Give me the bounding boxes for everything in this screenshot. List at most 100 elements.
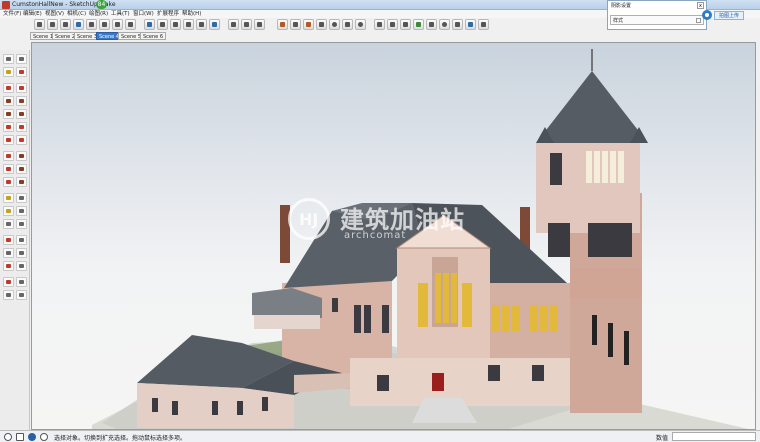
solid-trim-icon[interactable] <box>426 19 437 30</box>
eraser-icon[interactable] <box>16 67 27 77</box>
back-view-icon[interactable] <box>125 19 136 30</box>
text-tool-icon[interactable] <box>16 206 27 216</box>
menu-camera[interactable]: 相机(C) <box>67 10 86 18</box>
warehouse-icon[interactable] <box>452 19 463 30</box>
paint-bucket-icon[interactable] <box>3 67 14 77</box>
rectangle-tool-icon[interactable] <box>3 96 14 106</box>
sketchup-app-icon <box>2 1 10 9</box>
menu-tools[interactable]: 工具(T) <box>111 10 130 18</box>
textured-style-icon[interactable] <box>196 19 207 30</box>
menu-edit[interactable]: 编辑(E) <box>23 10 42 18</box>
solid-intersect-icon[interactable] <box>387 19 398 30</box>
menu-extensions[interactable]: 扩展程序 <box>157 10 179 18</box>
push-pull-icon[interactable] <box>16 151 27 161</box>
expand-arrow-icon[interactable] <box>696 18 701 23</box>
scale-tool-icon[interactable] <box>3 177 14 187</box>
zoom-window-icon[interactable] <box>16 248 27 258</box>
add-detail-icon[interactable] <box>342 19 353 30</box>
solid-split-icon[interactable] <box>439 19 450 30</box>
right-view-icon[interactable] <box>112 19 123 30</box>
extension-warehouse-icon[interactable] <box>465 19 476 30</box>
protractor-icon[interactable] <box>3 206 14 216</box>
drape-icon[interactable] <box>329 19 340 30</box>
previous-view-icon[interactable] <box>16 261 27 271</box>
move-tool-icon[interactable] <box>3 151 14 161</box>
scene-tab-6[interactable]: Scene 6 <box>140 32 167 40</box>
select-arrow-icon[interactable] <box>3 54 14 64</box>
rotate-tool-icon[interactable] <box>3 164 14 174</box>
watermark-subtitle: archcomat <box>344 230 407 241</box>
offset-tool-icon[interactable] <box>16 177 27 187</box>
credits-icon[interactable] <box>16 433 24 441</box>
section-plane-tool-icon[interactable] <box>16 290 27 300</box>
watermark: 建筑加油站 archcomat <box>288 196 478 246</box>
notification-badge[interactable]: 84 <box>96 0 107 9</box>
user-account-icon[interactable] <box>28 433 36 441</box>
share-model-icon[interactable] <box>478 19 489 30</box>
pan-tool-icon[interactable] <box>16 235 27 245</box>
tray-title: 阴影设置 <box>611 3 632 9</box>
paint-tool-icon[interactable] <box>47 19 58 30</box>
circle-tool-icon[interactable] <box>3 109 14 119</box>
solid-subtract-icon[interactable] <box>413 19 424 30</box>
rotated-rectangle-icon[interactable] <box>16 96 27 106</box>
styles-panel[interactable]: 样式 <box>610 15 704 25</box>
solid-union-icon[interactable] <box>400 19 411 30</box>
sandbox-contours-icon[interactable] <box>277 19 288 30</box>
styles-panel-label: 样式 <box>613 18 624 24</box>
stamp-icon[interactable] <box>316 19 327 30</box>
freehand-tool-icon[interactable] <box>16 83 27 93</box>
flip-edge-icon[interactable] <box>355 19 366 30</box>
measurements-input[interactable] <box>672 432 756 441</box>
pie-tool-icon[interactable] <box>16 135 27 145</box>
left-toolbar <box>0 50 30 430</box>
polygon-tool-icon[interactable] <box>16 109 27 119</box>
section-fill-icon[interactable] <box>254 19 265 30</box>
make-component-icon[interactable] <box>16 54 27 64</box>
3d-text-icon[interactable] <box>16 219 27 229</box>
default-tray: 阴影设置 x 样式 <box>607 0 707 30</box>
front-view-icon[interactable] <box>99 19 110 30</box>
follow-me-icon[interactable] <box>16 164 27 174</box>
sandbox-scratch-icon[interactable] <box>290 19 301 30</box>
zoom-extents-icon[interactable] <box>3 261 14 271</box>
menu-window[interactable]: 窗口(W) <box>133 10 154 18</box>
upload-button[interactable]: 拍图上传 <box>714 11 744 20</box>
watermark-logo-icon <box>288 198 330 240</box>
dimension-tool-icon[interactable] <box>16 193 27 203</box>
menu-file[interactable]: 文件(F) <box>3 10 21 18</box>
line-tool-icon[interactable] <box>3 83 14 93</box>
upload-widget: 拍图上传 <box>702 8 744 22</box>
xray-style-icon[interactable] <box>144 19 155 30</box>
walk-tool-icon[interactable] <box>3 290 14 300</box>
top-view-icon[interactable] <box>86 19 97 30</box>
help-icon[interactable] <box>40 433 48 441</box>
two-point-arc-icon[interactable] <box>16 122 27 132</box>
section-cut-icon[interactable] <box>241 19 252 30</box>
section-plane-icon[interactable] <box>228 19 239 30</box>
hidden-line-style-icon[interactable] <box>170 19 181 30</box>
shaded-style-icon[interactable] <box>183 19 194 30</box>
wireframe-style-icon[interactable] <box>157 19 168 30</box>
solid-outer-shell-icon[interactable] <box>374 19 385 30</box>
zoom-tool-icon[interactable] <box>3 248 14 258</box>
arc-tool-icon[interactable] <box>3 122 14 132</box>
iso-view-icon[interactable] <box>73 19 84 30</box>
position-camera-icon[interactable] <box>3 277 14 287</box>
home-view-icon[interactable] <box>60 19 71 30</box>
three-point-arc-icon[interactable] <box>3 135 14 145</box>
monochrome-style-icon[interactable] <box>209 19 220 30</box>
status-bar: 选择对象。切换到扩充选择。拖动鼠标选择多项。 数值 <box>0 430 760 442</box>
select-tool-icon[interactable] <box>34 19 45 30</box>
status-hint: 选择对象。切换到扩充选择。拖动鼠标选择多项。 <box>54 435 187 442</box>
upload-logo-icon[interactable] <box>702 10 712 20</box>
menu-view[interactable]: 视图(V) <box>45 10 64 18</box>
look-around-icon[interactable] <box>16 277 27 287</box>
tape-measure-icon[interactable] <box>3 193 14 203</box>
orbit-tool-icon[interactable] <box>3 235 14 245</box>
axes-tool-icon[interactable] <box>3 219 14 229</box>
menu-help[interactable]: 帮助(H) <box>182 10 201 18</box>
smoove-icon[interactable] <box>303 19 314 30</box>
menu-draw[interactable]: 绘图(R) <box>89 10 108 18</box>
geo-location-icon[interactable] <box>4 433 12 441</box>
